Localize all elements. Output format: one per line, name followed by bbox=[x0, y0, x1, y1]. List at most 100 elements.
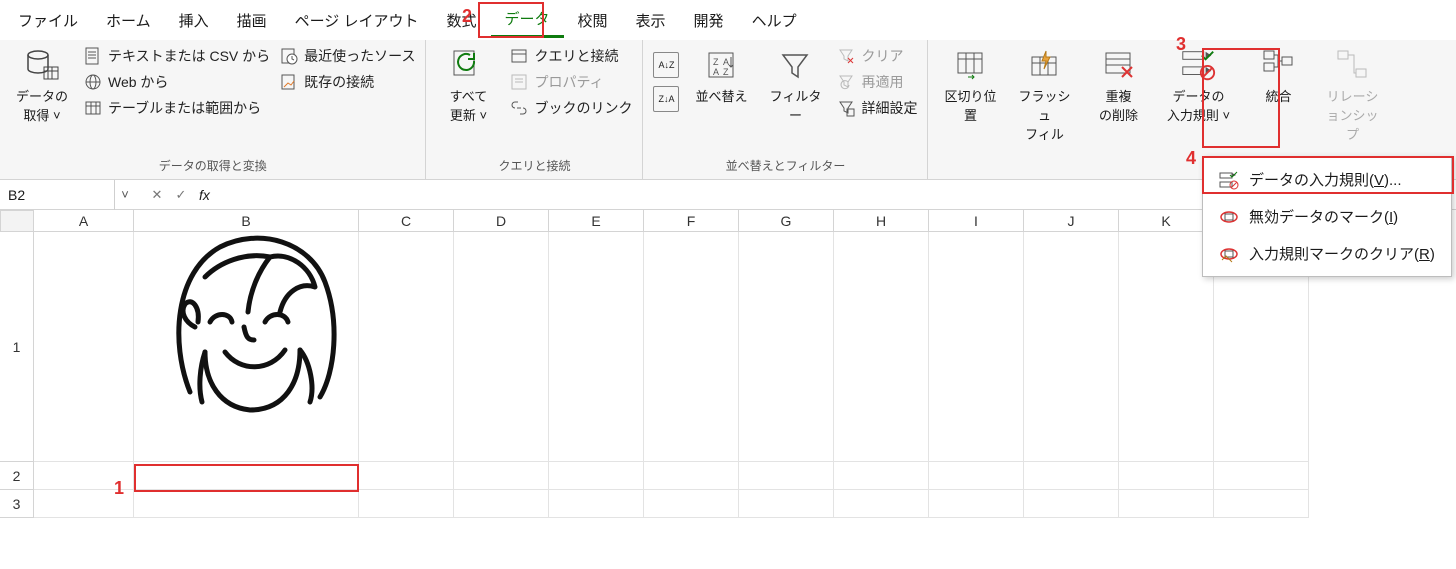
cell[interactable] bbox=[34, 462, 134, 490]
cell[interactable] bbox=[549, 490, 644, 518]
reapply-button[interactable]: 再適用 bbox=[837, 72, 917, 92]
row-header[interactable]: 2 bbox=[0, 462, 34, 490]
column-header[interactable]: E bbox=[549, 210, 644, 232]
workbook-links-button[interactable]: ブックのリンク bbox=[510, 98, 632, 118]
get-data-button[interactable]: データの 取得 ˅ bbox=[10, 46, 74, 124]
cell[interactable] bbox=[454, 232, 549, 462]
menu-item-5[interactable]: 数式 bbox=[432, 4, 490, 37]
data-validation-button[interactable]: データの 入力規則 ˅ bbox=[1160, 46, 1236, 124]
from-table-range-button[interactable]: テーブルまたは範囲から bbox=[84, 98, 270, 118]
existing-connections-button[interactable]: 既存の接続 bbox=[280, 72, 415, 92]
sort-desc-button[interactable]: Z↓A bbox=[653, 86, 679, 112]
menu-item-9[interactable]: 開発 bbox=[680, 4, 738, 37]
name-box-dropdown[interactable]: ˅ bbox=[115, 187, 135, 202]
cell[interactable] bbox=[1024, 490, 1119, 518]
cell[interactable] bbox=[929, 490, 1024, 518]
remove-duplicates-button[interactable]: 重複 の削除 bbox=[1086, 46, 1150, 124]
recent-icon bbox=[280, 47, 298, 65]
name-box[interactable]: B2 bbox=[0, 180, 115, 210]
consolidate-icon bbox=[1259, 46, 1297, 84]
dropdown-data-validation[interactable]: データの入力規則(V)... bbox=[1203, 161, 1451, 198]
cell[interactable] bbox=[359, 232, 454, 462]
advanced-filter-button[interactable]: 詳細設定 bbox=[837, 98, 917, 118]
cell[interactable] bbox=[549, 232, 644, 462]
cell[interactable] bbox=[739, 490, 834, 518]
cancel-formula-button[interactable]: ✕ bbox=[145, 187, 169, 203]
menu-item-10[interactable]: ヘルプ bbox=[738, 4, 811, 37]
column-header[interactable]: I bbox=[929, 210, 1024, 232]
cell[interactable] bbox=[834, 462, 929, 490]
cell[interactable] bbox=[454, 462, 549, 490]
menu-item-2[interactable]: 挿入 bbox=[165, 4, 223, 37]
cell[interactable] bbox=[739, 232, 834, 462]
cell[interactable] bbox=[644, 490, 739, 518]
cell[interactable] bbox=[834, 490, 929, 518]
cell[interactable] bbox=[359, 490, 454, 518]
svg-text:Z: Z bbox=[713, 57, 719, 67]
refresh-all-button[interactable]: すべて 更新 ˅ bbox=[436, 46, 500, 124]
ribbon-group-queries: すべて 更新 ˅ クエリと接続 プロパティ ブックのリンク クエリと接続 bbox=[426, 40, 643, 179]
consolidate-button[interactable]: 統合 bbox=[1246, 46, 1310, 105]
from-web-button[interactable]: Web から bbox=[84, 72, 270, 92]
cell[interactable] bbox=[929, 232, 1024, 462]
cell[interactable] bbox=[549, 462, 644, 490]
cell[interactable] bbox=[1119, 462, 1214, 490]
column-header[interactable]: C bbox=[359, 210, 454, 232]
recent-sources-button[interactable]: 最近使ったソース bbox=[280, 46, 415, 66]
cell[interactable] bbox=[359, 462, 454, 490]
cell[interactable] bbox=[1119, 490, 1214, 518]
cell[interactable] bbox=[834, 232, 929, 462]
cell[interactable] bbox=[1214, 462, 1309, 490]
menu-item-7[interactable]: 校閲 bbox=[564, 4, 622, 37]
relationships-button[interactable]: リレーションシップ bbox=[1320, 46, 1384, 143]
from-text-csv-button[interactable]: テキストまたは CSV から bbox=[84, 46, 270, 66]
row-header[interactable]: 3 bbox=[0, 490, 34, 518]
cell[interactable] bbox=[134, 462, 359, 490]
sort-button[interactable]: ZAAZ 並べ替え bbox=[689, 46, 753, 105]
cell[interactable] bbox=[454, 490, 549, 518]
column-header[interactable]: H bbox=[834, 210, 929, 232]
column-header[interactable]: B bbox=[134, 210, 359, 232]
column-header[interactable]: G bbox=[739, 210, 834, 232]
properties-button[interactable]: プロパティ bbox=[510, 72, 632, 92]
cell[interactable] bbox=[1119, 232, 1214, 462]
cell[interactable] bbox=[34, 490, 134, 518]
accept-formula-button[interactable]: ✓ bbox=[169, 187, 193, 203]
flash-fill-button[interactable]: フラッシュ フィル bbox=[1012, 46, 1076, 143]
cell[interactable] bbox=[134, 490, 359, 518]
select-all-corner[interactable] bbox=[0, 210, 34, 232]
cell[interactable] bbox=[34, 232, 134, 462]
column-header[interactable]: K bbox=[1119, 210, 1214, 232]
menu-item-3[interactable]: 描画 bbox=[223, 4, 281, 37]
queries-connections-button[interactable]: クエリと接続 bbox=[510, 46, 632, 66]
row-header[interactable]: 1 bbox=[0, 232, 34, 462]
cell[interactable] bbox=[1024, 462, 1119, 490]
cell[interactable] bbox=[644, 462, 739, 490]
menu-item-6[interactable]: データ bbox=[491, 2, 564, 38]
cell[interactable] bbox=[929, 462, 1024, 490]
menu-item-4[interactable]: ページ レイアウト bbox=[281, 4, 433, 37]
link-icon bbox=[510, 99, 528, 117]
dropdown-clear-circles[interactable]: 入力規則マークのクリア(R) bbox=[1203, 235, 1451, 272]
cell[interactable] bbox=[644, 232, 739, 462]
menu-item-0[interactable]: ファイル bbox=[4, 4, 92, 37]
column-header[interactable]: F bbox=[644, 210, 739, 232]
cell[interactable] bbox=[1024, 232, 1119, 462]
clear-filter-button[interactable]: クリア bbox=[837, 46, 917, 66]
globe-icon bbox=[84, 73, 102, 91]
cell[interactable] bbox=[1214, 490, 1309, 518]
sort-asc-button[interactable]: A↓Z bbox=[653, 52, 679, 78]
cell[interactable] bbox=[134, 232, 359, 462]
data-validation-dropdown: データの入力規則(V)... 無効データのマーク(I) 入力規則マークのクリア(… bbox=[1202, 156, 1452, 277]
fx-label[interactable]: fx bbox=[193, 187, 216, 203]
column-header[interactable]: J bbox=[1024, 210, 1119, 232]
text-to-columns-button[interactable]: 区切り位置 bbox=[938, 46, 1002, 124]
filter-button[interactable]: フィルター bbox=[763, 46, 827, 124]
menu-item-1[interactable]: ホーム bbox=[92, 4, 165, 37]
menu-item-8[interactable]: 表示 bbox=[622, 4, 680, 37]
column-header[interactable]: D bbox=[454, 210, 549, 232]
relationships-icon bbox=[1333, 46, 1371, 84]
column-header[interactable]: A bbox=[34, 210, 134, 232]
dropdown-circle-invalid[interactable]: 無効データのマーク(I) bbox=[1203, 198, 1451, 235]
cell[interactable] bbox=[739, 462, 834, 490]
